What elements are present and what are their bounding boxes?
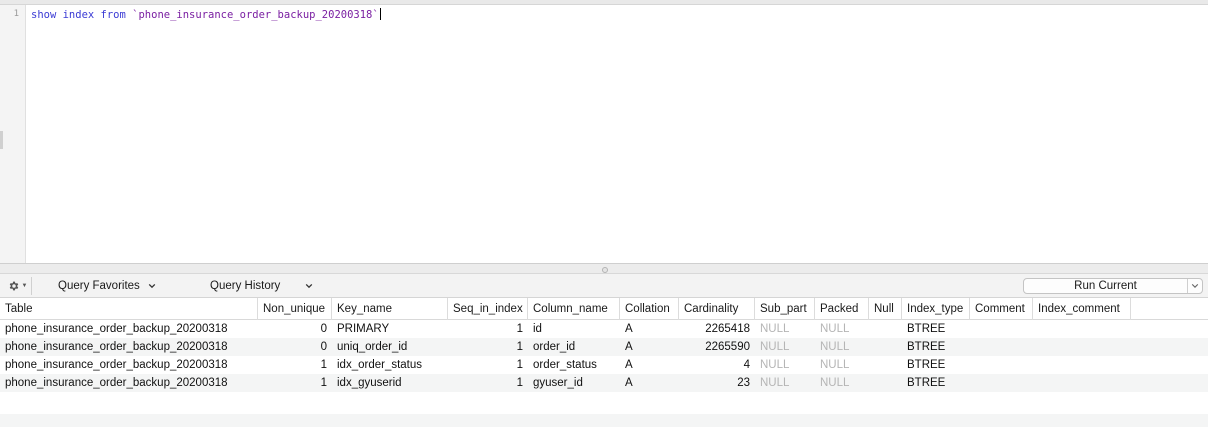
column-header-comment[interactable]: Comment bbox=[970, 298, 1033, 320]
table-row[interactable]: phone_insurance_order_backup_20200318 0 PR… bbox=[0, 320, 1208, 338]
results-header-row: Table Non_unique Key_name Seq_in_index Colum… bbox=[0, 298, 1208, 320]
cell-packed[interactable]: NULL bbox=[815, 320, 869, 338]
results-empty-area bbox=[0, 414, 1208, 427]
column-header-seq-in-index[interactable]: Seq_in_index bbox=[448, 298, 528, 320]
query-favorites-button[interactable]: Query Favorites bbox=[58, 278, 156, 294]
code-line[interactable]: show index from `phone_insurance_order_b… bbox=[31, 8, 381, 22]
cell-index-comment[interactable] bbox=[1033, 320, 1131, 338]
gear-dropdown-icon: ▼ bbox=[21, 283, 28, 289]
chevron-down-icon bbox=[1191, 284, 1199, 288]
cell-null[interactable] bbox=[869, 374, 902, 392]
column-header-cardinality[interactable]: Cardinality bbox=[679, 298, 755, 320]
cell-collation[interactable]: A bbox=[620, 338, 679, 356]
cell-index-type[interactable]: BTREE bbox=[902, 356, 970, 374]
cell-key-name[interactable]: uniq_order_id bbox=[332, 338, 448, 356]
cell-comment[interactable] bbox=[970, 374, 1033, 392]
cell-non-unique[interactable]: 0 bbox=[258, 320, 332, 338]
cell-collation[interactable]: A bbox=[620, 374, 679, 392]
cell-index-comment[interactable] bbox=[1033, 374, 1131, 392]
cell-index-type[interactable]: BTREE bbox=[902, 338, 970, 356]
column-header-key-name[interactable]: Key_name bbox=[332, 298, 448, 320]
cell-table[interactable]: phone_insurance_order_backup_20200318 bbox=[0, 356, 258, 374]
cell-null[interactable] bbox=[869, 338, 902, 356]
cell-column-name[interactable]: id bbox=[528, 320, 620, 338]
query-history-button[interactable]: Query History bbox=[210, 278, 313, 294]
cell-cardinality[interactable]: 2265590 bbox=[679, 338, 755, 356]
column-header-collation[interactable]: Collation bbox=[620, 298, 679, 320]
cell-seq-in-index[interactable]: 1 bbox=[448, 320, 528, 338]
column-header-column-name[interactable]: Column_name bbox=[528, 298, 620, 320]
table-row[interactable]: phone_insurance_order_backup_20200318 1 id… bbox=[0, 356, 1208, 374]
cell-non-unique[interactable]: 0 bbox=[258, 338, 332, 356]
cell-table[interactable]: phone_insurance_order_backup_20200318 bbox=[0, 374, 258, 392]
query-history-label: Query History bbox=[210, 280, 281, 292]
cell-table[interactable]: phone_insurance_order_backup_20200318 bbox=[0, 320, 258, 338]
cell-seq-in-index[interactable]: 1 bbox=[448, 338, 528, 356]
column-header-sub-part[interactable]: Sub_part bbox=[755, 298, 815, 320]
code-keyword: show index from bbox=[31, 9, 126, 21]
cell-non-unique[interactable]: 1 bbox=[258, 356, 332, 374]
column-header-index-comment[interactable]: Index_comment bbox=[1033, 298, 1131, 320]
cell-packed[interactable]: NULL bbox=[815, 338, 869, 356]
column-header-table[interactable]: Table bbox=[0, 298, 258, 320]
cell-null[interactable] bbox=[869, 320, 902, 338]
line-number: 1 bbox=[13, 9, 19, 19]
column-header-non-unique[interactable]: Non_unique bbox=[258, 298, 332, 320]
query-favorites-label: Query Favorites bbox=[58, 280, 140, 292]
cell-column-name[interactable]: order_id bbox=[528, 338, 620, 356]
cell-index-comment[interactable] bbox=[1033, 338, 1131, 356]
cell-collation[interactable]: A bbox=[620, 356, 679, 374]
text-caret bbox=[379, 8, 381, 20]
table-row[interactable]: phone_insurance_order_backup_20200318 1 id… bbox=[0, 374, 1208, 392]
cell-index-type[interactable]: BTREE bbox=[902, 374, 970, 392]
cell-key-name[interactable]: idx_gyuserid bbox=[332, 374, 448, 392]
cell-comment[interactable] bbox=[970, 320, 1033, 338]
cell-index-type[interactable]: BTREE bbox=[902, 320, 970, 338]
chevron-down-icon bbox=[306, 283, 313, 289]
cell-seq-in-index[interactable]: 1 bbox=[448, 374, 528, 392]
run-current-button[interactable]: Run Current bbox=[1023, 278, 1203, 294]
query-window: 1 show index from `phone_insurance_order… bbox=[0, 0, 1208, 427]
cell-key-name[interactable]: PRIMARY bbox=[332, 320, 448, 338]
cell-column-name[interactable]: gyuser_id bbox=[528, 374, 620, 392]
column-header-null[interactable]: Null bbox=[869, 298, 902, 320]
cell-comment[interactable] bbox=[970, 356, 1033, 374]
cell-packed[interactable]: NULL bbox=[815, 356, 869, 374]
code-table-name: `phone_insurance_order_backup_20200318` bbox=[132, 9, 379, 21]
results-table[interactable]: Table Non_unique Key_name Seq_in_index Colum… bbox=[0, 298, 1208, 427]
cell-null[interactable] bbox=[869, 356, 902, 374]
query-toolbar: ▼ Query Favorites Query History Run Curr… bbox=[0, 274, 1208, 298]
cell-cardinality[interactable]: 4 bbox=[679, 356, 755, 374]
table-row[interactable]: phone_insurance_order_backup_20200318 0 un… bbox=[0, 338, 1208, 356]
left-edge-handle bbox=[0, 131, 3, 149]
gear-menu-button[interactable]: ▼ bbox=[4, 277, 32, 295]
cell-collation[interactable]: A bbox=[620, 320, 679, 338]
chevron-down-icon bbox=[148, 283, 156, 289]
cell-seq-in-index[interactable]: 1 bbox=[448, 356, 528, 374]
query-editor[interactable]: 1 show index from `phone_insurance_order… bbox=[0, 5, 1208, 263]
cell-comment[interactable] bbox=[970, 338, 1033, 356]
run-options-dropdown[interactable] bbox=[1187, 279, 1202, 293]
run-current-label: Run Current bbox=[1074, 280, 1137, 292]
cell-non-unique[interactable]: 1 bbox=[258, 374, 332, 392]
gear-icon bbox=[9, 281, 18, 291]
cell-sub-part[interactable]: NULL bbox=[755, 374, 815, 392]
cell-sub-part[interactable]: NULL bbox=[755, 356, 815, 374]
pane-splitter[interactable] bbox=[0, 263, 1208, 274]
cell-index-comment[interactable] bbox=[1033, 356, 1131, 374]
cell-sub-part[interactable]: NULL bbox=[755, 338, 815, 356]
cell-key-name[interactable]: idx_order_status bbox=[332, 356, 448, 374]
cell-cardinality[interactable]: 2265418 bbox=[679, 320, 755, 338]
cell-packed[interactable]: NULL bbox=[815, 374, 869, 392]
cell-column-name[interactable]: order_status bbox=[528, 356, 620, 374]
cell-sub-part[interactable]: NULL bbox=[755, 320, 815, 338]
cell-table[interactable]: phone_insurance_order_backup_20200318 bbox=[0, 338, 258, 356]
cell-cardinality[interactable]: 23 bbox=[679, 374, 755, 392]
column-header-packed[interactable]: Packed bbox=[815, 298, 869, 320]
line-number-gutter: 1 bbox=[0, 5, 26, 263]
column-header-index-type[interactable]: Index_type bbox=[902, 298, 970, 320]
splitter-handle[interactable] bbox=[602, 267, 608, 273]
